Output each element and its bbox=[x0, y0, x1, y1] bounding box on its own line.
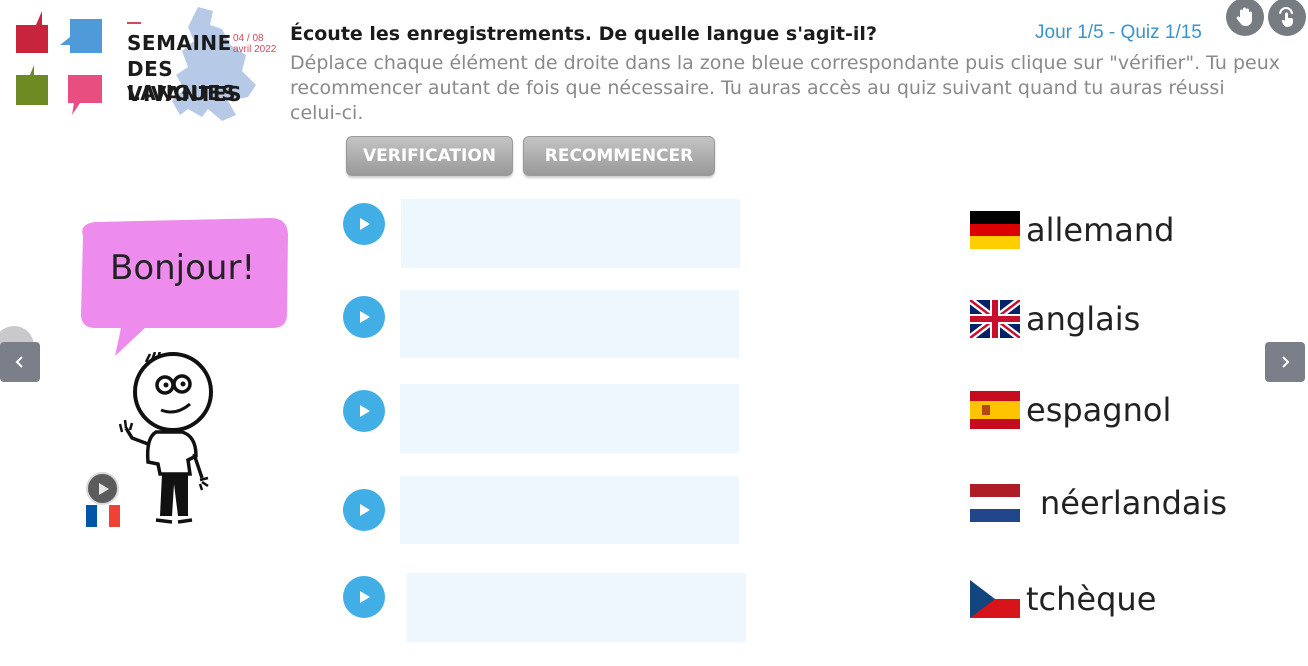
play-icon bbox=[360, 311, 370, 323]
netherlands-flag-icon bbox=[970, 484, 1020, 522]
drop-zone-1[interactable] bbox=[401, 199, 740, 268]
drop-zone-4[interactable] bbox=[400, 476, 739, 544]
answer-item-german[interactable]: allemand bbox=[970, 209, 1174, 251]
previous-button[interactable] bbox=[0, 342, 40, 382]
chevron-left-icon bbox=[15, 356, 23, 368]
logo-line-3: VIVANTES bbox=[127, 82, 242, 106]
germany-flag-icon bbox=[970, 211, 1020, 249]
play-icon bbox=[360, 591, 370, 603]
chevron-right-icon bbox=[1282, 356, 1290, 368]
play-greeting-button[interactable] bbox=[86, 472, 119, 505]
play-icon bbox=[360, 405, 370, 417]
play-audio-button-4[interactable] bbox=[343, 489, 385, 531]
touch-button[interactable] bbox=[1268, 0, 1306, 36]
logo-date: 04 / 08 avril 2022 bbox=[233, 33, 276, 55]
drop-zone-2[interactable] bbox=[400, 290, 739, 358]
verify-button[interactable]: VERIFICATION bbox=[346, 136, 513, 176]
answer-label: anglais bbox=[1026, 300, 1141, 338]
logo-date-line-1: 04 / 08 bbox=[233, 33, 264, 44]
answer-label: allemand bbox=[1026, 211, 1175, 249]
restart-button[interactable]: RECOMMENCER bbox=[523, 136, 715, 176]
next-button[interactable] bbox=[1265, 342, 1305, 382]
play-icon bbox=[98, 482, 109, 495]
answer-item-czech[interactable]: tchèque bbox=[970, 578, 1156, 620]
play-icon bbox=[360, 504, 370, 516]
czech-flag-icon bbox=[970, 580, 1020, 618]
answer-label: tchèque bbox=[1026, 580, 1157, 618]
stick-figure-illustration bbox=[118, 352, 213, 524]
play-audio-button-2[interactable] bbox=[343, 296, 385, 338]
play-audio-button-1[interactable] bbox=[343, 203, 385, 245]
green-speech-shape bbox=[16, 65, 50, 110]
logo: SEMAINE DES LANGUES VIVANTES 04 / 08 avr… bbox=[10, 5, 280, 125]
logo-line-1: SEMAINE bbox=[127, 31, 232, 55]
france-flag-icon bbox=[86, 505, 120, 527]
hand-button[interactable] bbox=[1226, 0, 1264, 36]
speech-bubble-text: Bonjour! bbox=[110, 248, 256, 288]
uk-flag-icon bbox=[970, 300, 1020, 338]
answer-item-dutch[interactable]: néerlandais bbox=[970, 482, 1227, 524]
play-audio-button-3[interactable] bbox=[343, 390, 385, 432]
answer-item-spanish[interactable]: espagnol bbox=[970, 389, 1171, 431]
red-speech-shape bbox=[16, 11, 50, 58]
play-icon bbox=[360, 218, 370, 230]
logo-date-line-2: avril 2022 bbox=[233, 44, 277, 55]
drop-zone-3[interactable] bbox=[400, 384, 739, 453]
hand-icon bbox=[1236, 7, 1252, 26]
drop-zone-5[interactable] bbox=[407, 573, 746, 642]
quiz-instructions: Déplace chaque élément de droite dans la… bbox=[290, 52, 1280, 124]
play-audio-button-5[interactable] bbox=[343, 576, 385, 618]
answer-label: néerlandais bbox=[1040, 484, 1228, 522]
spain-flag-icon bbox=[970, 391, 1020, 429]
quiz-progress: Jour 1/5 - Quiz 1/15 bbox=[1035, 22, 1202, 43]
answer-item-english[interactable]: anglais bbox=[970, 298, 1140, 340]
touch-icon bbox=[1279, 7, 1293, 27]
speech-bubble bbox=[81, 218, 288, 356]
quiz-title: Écoute les enregistrements. De quelle la… bbox=[290, 23, 877, 45]
logo-accent bbox=[127, 22, 141, 24]
blue-speech-shape bbox=[60, 19, 102, 58]
pink-speech-shape bbox=[68, 75, 104, 120]
answer-label: espagnol bbox=[1026, 391, 1172, 429]
